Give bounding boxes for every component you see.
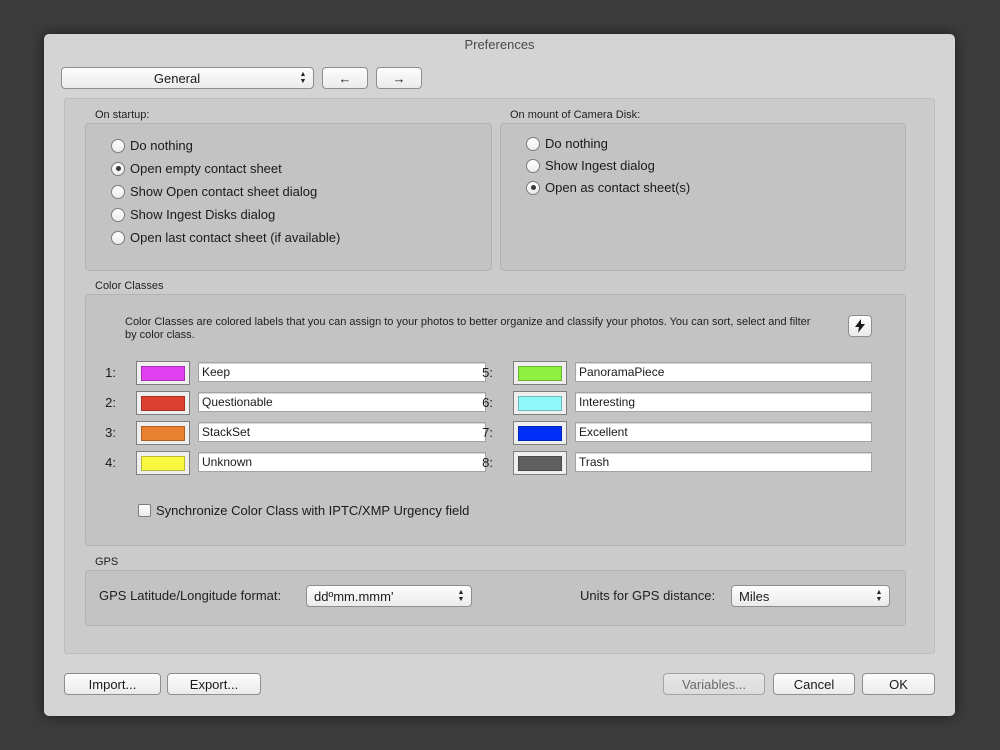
- color-class-swatch-well[interactable]: [513, 451, 567, 475]
- gps-format-popup[interactable]: ddºmm.mmm' ▲ ▼: [306, 585, 472, 607]
- radio-label: Open empty contact sheet: [130, 161, 282, 176]
- mount-group: Do nothing Show Ingest dialog Open as cont…: [500, 123, 906, 271]
- window-title: Preferences: [464, 37, 535, 52]
- gps-units-label: Units for GPS distance:: [580, 588, 716, 603]
- radio-label: Do nothing: [545, 136, 608, 151]
- color-class-number: 2:: [105, 395, 116, 410]
- color-class-name-field[interactable]: StackSet: [198, 422, 486, 442]
- mount-option[interactable]: Do nothing: [526, 136, 608, 151]
- radio-label: Show Open contact sheet dialog: [130, 184, 318, 199]
- color-class-number: 8:: [482, 455, 493, 470]
- startup-group-label: On startup:: [95, 109, 150, 121]
- color-class-swatch: [518, 425, 562, 441]
- radio-button[interactable]: [526, 158, 540, 173]
- color-class-number: 6:: [482, 395, 493, 410]
- radio-button[interactable]: [111, 207, 125, 222]
- startup-option[interactable]: Open empty contact sheet: [111, 161, 282, 176]
- variables-button[interactable]: Variables...: [663, 673, 765, 695]
- gps-units-value: Miles: [739, 588, 770, 604]
- color-class-action-button[interactable]: [848, 315, 872, 337]
- radio-button[interactable]: [111, 138, 125, 153]
- forward-button[interactable]: →: [376, 67, 422, 89]
- back-button[interactable]: ←: [322, 67, 368, 89]
- ok-button[interactable]: OK: [862, 673, 935, 695]
- sync-urgency-row[interactable]: Synchronize Color Class with IPTC/XMP Ur…: [138, 503, 469, 518]
- import-button[interactable]: Import...: [64, 673, 161, 695]
- color-class-name-field[interactable]: Questionable: [198, 392, 486, 412]
- startup-option[interactable]: Show Open contact sheet dialog: [111, 184, 317, 199]
- section-popup[interactable]: General ▲ ▼: [61, 67, 314, 89]
- color-class-swatch: [141, 395, 185, 411]
- color-class-swatch-well[interactable]: [513, 391, 567, 415]
- color-class-swatch-well[interactable]: [513, 361, 567, 385]
- radio-label: Show Ingest dialog: [545, 158, 655, 173]
- color-class-swatch: [518, 365, 562, 381]
- color-class-swatch: [141, 425, 185, 441]
- popup-arrows-icon: ▲ ▼: [875, 589, 883, 603]
- preferences-window: Preferences General ▲ ▼ ← → On startup: D…: [44, 34, 955, 716]
- color-class-swatch-well[interactable]: [513, 421, 567, 445]
- color-class-swatch-well[interactable]: [136, 451, 190, 475]
- color-classes-group: Color Classes are colored labels that yo…: [85, 294, 906, 546]
- startup-group: Do nothing Open empty contact sheet Show O…: [85, 123, 492, 271]
- mount-group-label: On mount of Camera Disk:: [510, 109, 641, 121]
- radio-button-selected[interactable]: [526, 180, 540, 195]
- radio-label: Open last contact sheet (if available): [130, 230, 341, 245]
- gps-group-label: GPS: [95, 556, 119, 568]
- color-class-swatch: [518, 455, 562, 471]
- sync-urgency-checkbox[interactable]: [138, 504, 151, 517]
- startup-option[interactable]: Do nothing: [111, 138, 193, 153]
- color-class-number: 1:: [105, 365, 116, 380]
- forward-arrow-icon: →: [392, 70, 406, 86]
- color-class-name-field[interactable]: Unknown: [198, 452, 486, 472]
- radio-button[interactable]: [111, 184, 125, 199]
- radio-label: Do nothing: [130, 138, 193, 153]
- startup-option[interactable]: Show Ingest Disks dialog: [111, 207, 275, 222]
- startup-option[interactable]: Open last contact sheet (if available): [111, 230, 340, 245]
- color-class-swatch-well[interactable]: [136, 391, 190, 415]
- color-class-name-field[interactable]: Excellent: [575, 422, 872, 442]
- color-class-name-field[interactable]: Interesting: [575, 392, 872, 412]
- mount-option[interactable]: Open as contact sheet(s): [526, 180, 690, 195]
- sync-urgency-label: Synchronize Color Class with IPTC/XMP Ur…: [156, 503, 470, 518]
- color-class-name-field[interactable]: Keep: [198, 362, 486, 382]
- popup-arrows-icon: ▲ ▼: [457, 589, 465, 603]
- color-classes-group-label: Color Classes: [95, 280, 164, 292]
- mount-option[interactable]: Show Ingest dialog: [526, 158, 655, 173]
- color-class-swatch: [141, 455, 185, 471]
- color-classes-description: Color Classes are colored labels that yo…: [125, 316, 811, 341]
- lightning-bolt-icon: [855, 319, 865, 333]
- color-class-name-field[interactable]: PanoramaPiece: [575, 362, 872, 382]
- radio-button-selected[interactable]: [111, 161, 125, 176]
- color-class-number: 3:: [105, 425, 116, 440]
- color-class-swatch: [141, 365, 185, 381]
- radio-label: Open as contact sheet(s): [545, 180, 691, 195]
- export-button[interactable]: Export...: [167, 673, 261, 695]
- color-class-number: 7:: [482, 425, 493, 440]
- gps-format-value: ddºmm.mmm': [314, 588, 394, 604]
- color-class-number: 4:: [105, 455, 116, 470]
- radio-button[interactable]: [111, 230, 125, 245]
- color-class-number: 5:: [482, 365, 493, 380]
- radio-label: Show Ingest Disks dialog: [130, 207, 276, 222]
- section-popup-value: General: [153, 70, 201, 86]
- general-pane: On startup: Do nothing Open empty contact…: [64, 98, 935, 654]
- color-class-swatch: [518, 395, 562, 411]
- back-arrow-icon: ←: [338, 70, 352, 86]
- gps-group: GPS Latitude/Longitude format: ddºmm.mmm…: [85, 570, 906, 626]
- radio-button[interactable]: [526, 136, 540, 151]
- gps-format-label: GPS Latitude/Longitude format:: [99, 588, 282, 603]
- color-class-swatch-well[interactable]: [136, 361, 190, 385]
- color-class-swatch-well[interactable]: [136, 421, 190, 445]
- gps-units-popup[interactable]: Miles ▲ ▼: [731, 585, 890, 607]
- color-class-name-field[interactable]: Trash: [575, 452, 872, 472]
- popup-arrows-icon: ▲ ▼: [299, 71, 307, 85]
- cancel-button[interactable]: Cancel: [773, 673, 855, 695]
